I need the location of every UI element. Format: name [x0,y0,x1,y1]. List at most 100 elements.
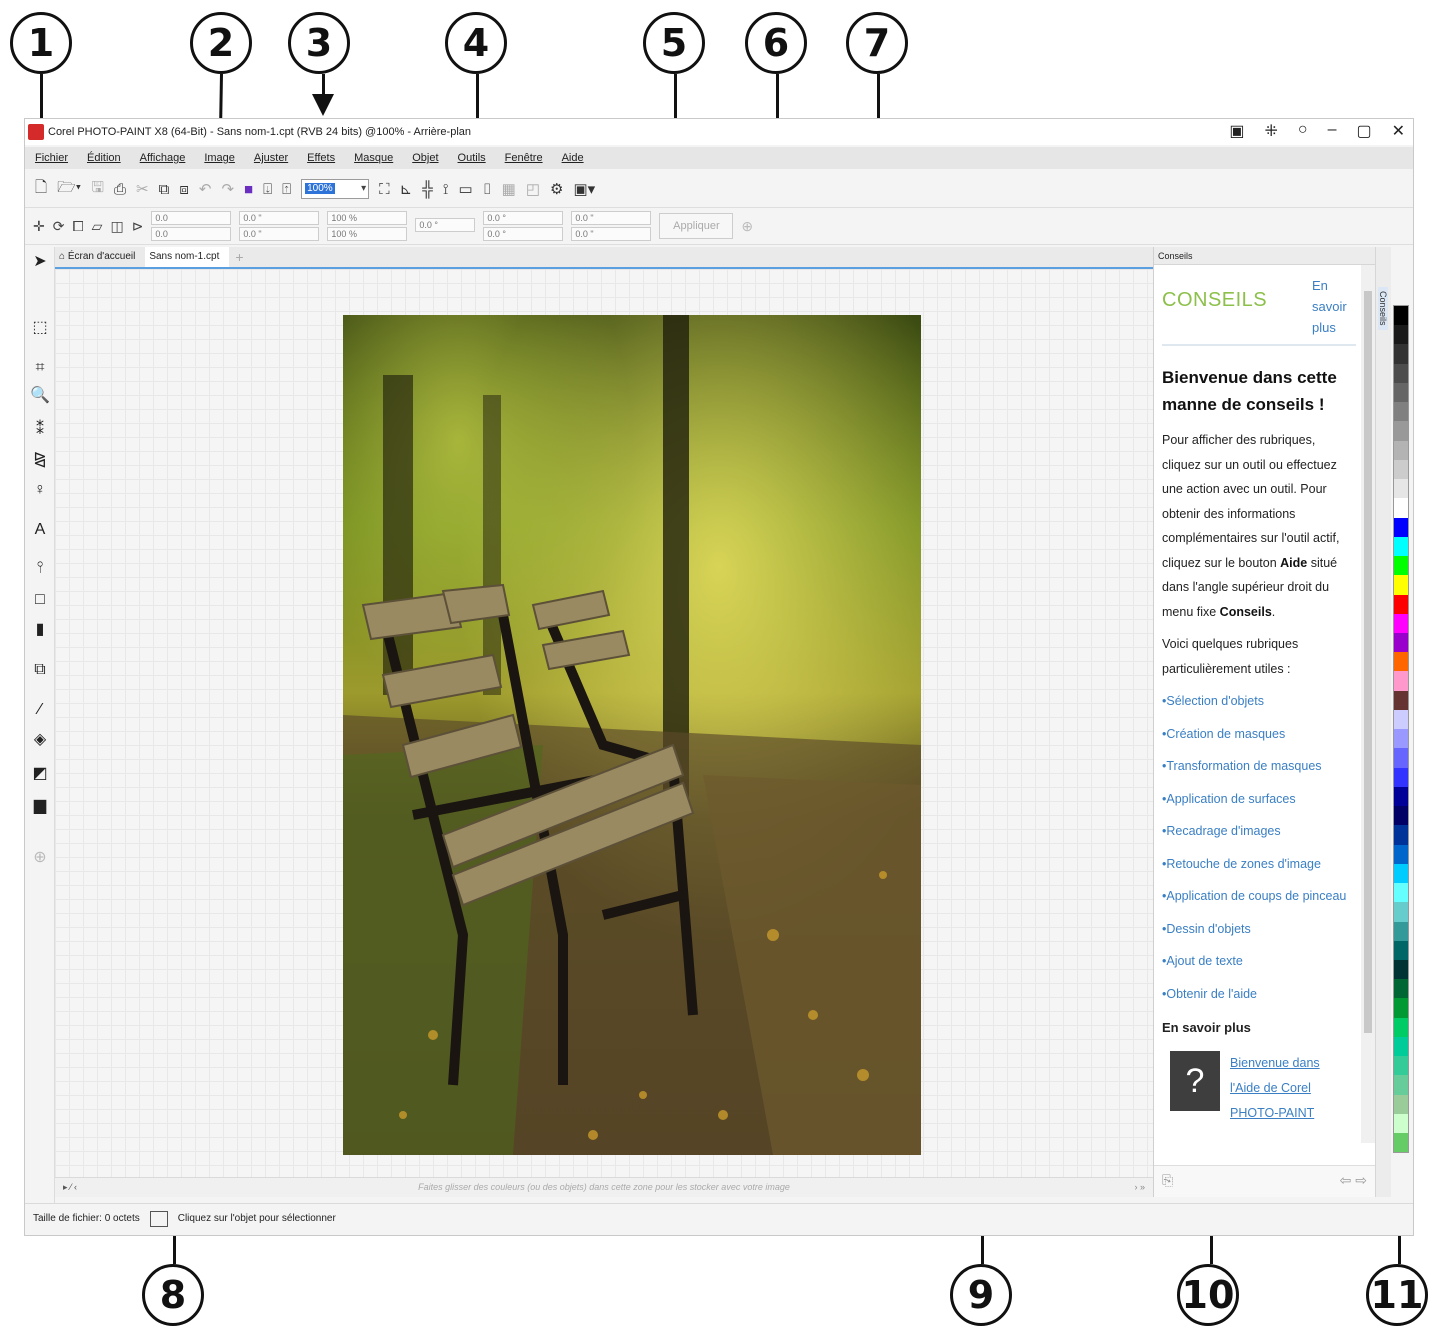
paste-icon[interactable]: ⧈ [179,181,189,198]
palette-swatch[interactable] [1394,402,1408,422]
palette-swatch[interactable] [1394,536,1408,557]
save-icon[interactable]: 🖫 [91,177,104,202]
menu-image[interactable]: Image [204,152,235,164]
palette-swatch[interactable] [1394,613,1408,633]
skew-icon[interactable]: ▱ [92,218,103,235]
palette-swatch[interactable] [1394,979,1408,999]
color-palette[interactable] [1393,305,1409,1153]
palette-swatch[interactable] [1394,902,1408,922]
topic-link[interactable]: •Recadrage d'images [1162,819,1356,844]
palette-swatch[interactable] [1394,959,1408,980]
red-eye-tool-icon[interactable]: ⁑ [29,419,51,441]
import-icon[interactable]: ⍗ [263,181,272,198]
cut-icon[interactable]: ✂ [136,180,149,198]
palette-swatch[interactable] [1394,709,1408,730]
palette-swatch[interactable] [1394,556,1408,576]
palette-swatch[interactable] [1394,1017,1408,1037]
frame-icon[interactable]: ⌷ [483,181,492,198]
palette-swatch[interactable] [1394,459,1408,480]
effect-tool-icon[interactable]: ⧎ [29,449,51,471]
app-launcher-icon[interactable]: ▣▾ [573,180,595,198]
scale-x-field[interactable]: 100 % [327,211,408,225]
distort-icon[interactable]: ⊳ [132,218,144,235]
palette-swatch[interactable] [1394,325,1408,345]
clone-tool-icon[interactable]: ⧉ [29,659,51,681]
palette-swatch[interactable] [1394,306,1408,326]
palette-swatch[interactable] [1394,671,1408,691]
tab-document[interactable]: Sans nom-1.cpt [145,247,230,267]
scrollbar-thumb[interactable] [1364,291,1372,1033]
snap-icon[interactable]: ⟟ [443,181,449,198]
palette-swatch[interactable] [1394,575,1408,595]
topic-link[interactable]: •Transformation de masques [1162,754,1356,779]
palette-swatch[interactable] [1394,479,1408,499]
paint-tool-icon[interactable]: ⫯ [29,557,51,579]
pick-tool-icon[interactable]: ➤ [29,251,51,273]
redo-icon[interactable]: ↷ [221,180,234,198]
palette-swatch[interactable] [1394,1056,1408,1076]
topic-link[interactable]: •Application de coups de pinceau [1162,884,1356,909]
y-field[interactable]: 0.0 [151,227,232,241]
palette-swatch[interactable] [1394,806,1408,826]
export-icon[interactable]: ⍐ [282,181,291,198]
perspective-icon[interactable]: ◫ [110,218,123,235]
palette-swatch[interactable] [1394,498,1408,518]
palette-swatch[interactable] [1394,1036,1408,1057]
print-icon[interactable]: ⎙ [114,181,126,198]
topic-link[interactable]: •Obtenir de l'aide [1162,982,1356,1007]
palette-swatch[interactable] [1394,517,1408,537]
tab-home[interactable]: ⌂ Écran d'accueil [55,247,145,267]
undo-icon[interactable]: ↶ [199,180,212,198]
help-circle-icon[interactable]: ○ [1298,121,1308,141]
center-y-field[interactable]: 0.0 " [571,227,652,241]
menu-fenetre[interactable]: Fenêtre [505,152,543,164]
palette-swatch[interactable] [1394,382,1408,403]
palette-swatch[interactable] [1394,825,1408,845]
skew-h-field[interactable]: 0.0 ° [483,211,564,225]
rectangle-mask-icon[interactable]: ⬚ [29,317,51,339]
palette-swatch[interactable] [1394,1094,1408,1114]
menu-objet[interactable]: Objet [412,152,438,164]
topic-link[interactable]: •Application de surfaces [1162,787,1356,812]
topic-link[interactable]: •Retouche de zones d'image [1162,852,1356,877]
palette-swatch[interactable] [1394,363,1408,383]
topic-link[interactable]: •Sélection d'objets [1162,689,1356,714]
text-tool-icon[interactable]: A [29,519,51,541]
rulers-icon[interactable]: ⊾ [400,180,413,198]
topic-link[interactable]: •Dessin d'objets [1162,917,1356,942]
menu-affichage[interactable]: Affichage [140,152,186,164]
zoom-tool-icon[interactable]: 🔍 [29,385,51,407]
topic-link[interactable]: •Création de masques [1162,722,1356,747]
crop-tool-icon[interactable]: ⌗ [29,357,51,379]
smear-tool-icon[interactable]: ♀ [29,479,51,501]
pin-icon[interactable]: ⎘ [1162,1172,1173,1188]
transparency-icon[interactable]: ▭ [458,180,472,198]
position-icon[interactable]: ✛ [33,218,45,235]
palette-swatch[interactable] [1394,421,1408,441]
palette-swatch[interactable] [1394,1133,1408,1153]
nav-arrows-icon[interactable]: ⇦ ⇨ [1340,1172,1367,1189]
mask-icon[interactable]: ◰ [526,180,540,198]
menu-effets[interactable]: Effets [307,152,335,164]
angle-field[interactable]: 0.0 ° [415,218,476,232]
eyedropper-icon[interactable]: ⁄ [29,699,51,721]
width-field[interactable]: 0.0 " [239,211,320,225]
color-swatches-icon[interactable]: ◩ [29,763,51,785]
close-button[interactable]: ✕ [1392,121,1405,141]
document-color-tray[interactable]: ▸ ⁄ ‹ Faites glisser des couleurs (ou de… [55,1177,1153,1197]
zoom-level-select[interactable]: 100% ▾ [301,179,370,199]
help-welcome-link[interactable]: Bienvenue dans l'Aide de Corel PHOTO-PAI… [1230,1051,1330,1126]
docker-scrollbar[interactable] [1361,265,1375,1143]
learn-more-link[interactable]: En savoir plus [1312,275,1356,338]
palette-swatch[interactable] [1394,690,1408,710]
menu-masque[interactable]: Masque [354,152,393,164]
menu-outils[interactable]: Outils [458,152,486,164]
add-tool-icon[interactable]: ⊕ [29,847,51,869]
launch-icon[interactable]: ■ [244,181,253,198]
guidelines-icon[interactable]: ╬ [422,181,433,198]
palette-swatch[interactable] [1394,940,1408,960]
menu-fichier[interactable]: Fichier [35,152,68,164]
topic-link[interactable]: •Ajout de texte [1162,949,1356,974]
palette-swatch[interactable] [1394,1113,1408,1134]
tray-scroll-icon[interactable]: › » [1134,1178,1145,1196]
